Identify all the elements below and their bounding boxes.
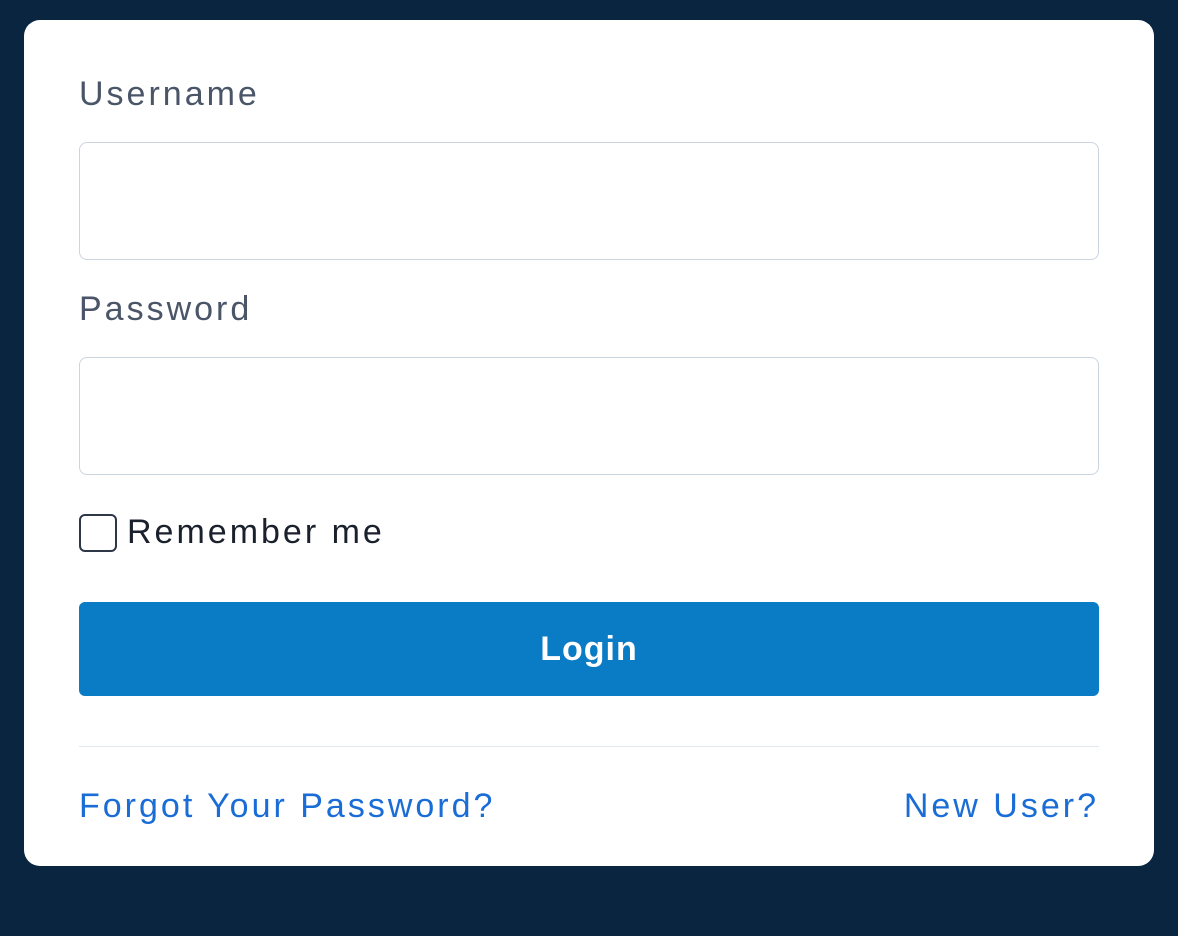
remember-checkbox[interactable] bbox=[79, 514, 117, 552]
divider bbox=[79, 746, 1099, 747]
remember-row: Remember me bbox=[79, 513, 1099, 552]
username-label: Username bbox=[79, 75, 1099, 114]
password-field-group: Password bbox=[79, 290, 1099, 475]
login-card: Username Password Remember me Login Forg… bbox=[24, 20, 1154, 866]
remember-label[interactable]: Remember me bbox=[127, 513, 385, 552]
username-field-group: Username bbox=[79, 75, 1099, 260]
username-input[interactable] bbox=[79, 142, 1099, 260]
login-button[interactable]: Login bbox=[79, 602, 1099, 696]
password-input[interactable] bbox=[79, 357, 1099, 475]
password-label: Password bbox=[79, 290, 1099, 329]
forgot-password-link[interactable]: Forgot Your Password? bbox=[79, 787, 495, 826]
new-user-link[interactable]: New User? bbox=[904, 787, 1099, 826]
links-row: Forgot Your Password? New User? bbox=[79, 787, 1099, 826]
